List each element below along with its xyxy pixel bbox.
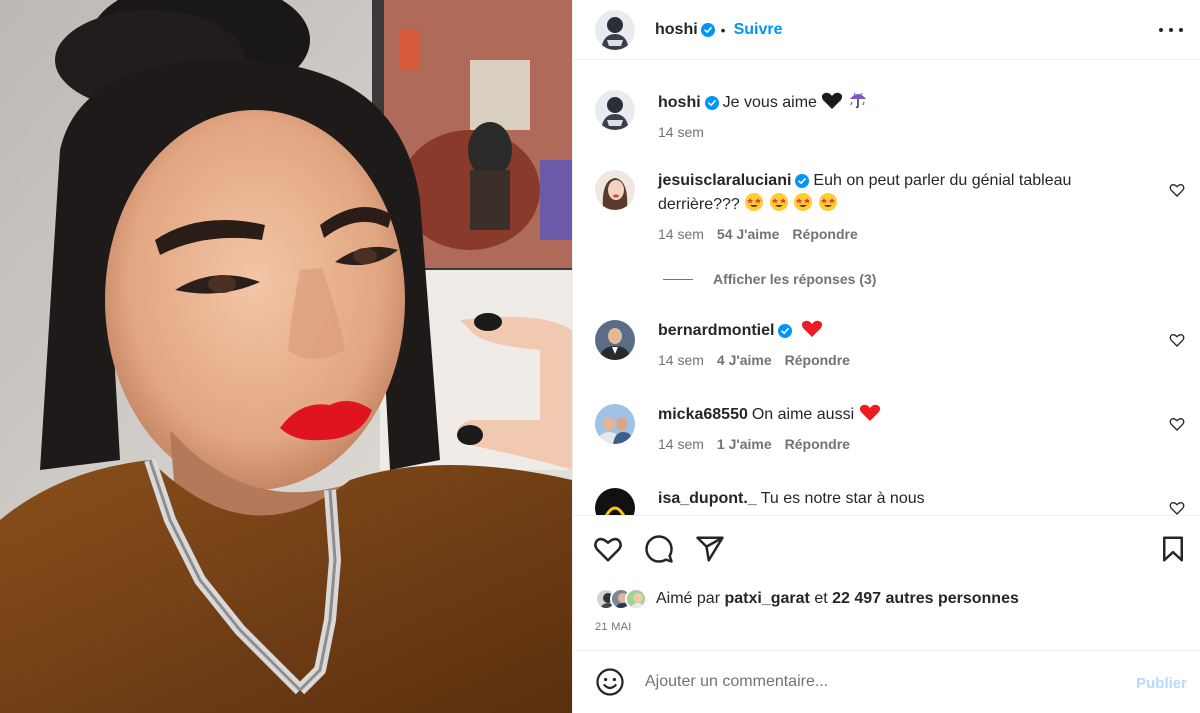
separator-dot: • xyxy=(720,21,726,38)
post-side-panel: hoshi • Suivre hoshi Je vous aime 14 sem… xyxy=(572,0,1200,713)
caption-text: Je vous aime xyxy=(722,94,817,111)
share-icon[interactable] xyxy=(695,534,725,564)
comment-input[interactable] xyxy=(645,673,1105,691)
comment-username[interactable]: jesuisclaraluciani xyxy=(658,172,791,189)
liked-by-prefix: Aimé par xyxy=(656,590,721,607)
red-heart-icon xyxy=(801,320,823,337)
caption-time[interactable]: 14 sem xyxy=(658,124,704,140)
heart-icon[interactable] xyxy=(593,534,623,564)
comments-list[interactable]: hoshi Je vous aime 14 sem jesuisclaraluc… xyxy=(573,70,1200,515)
black-heart-icon xyxy=(822,92,843,109)
comment-likes[interactable]: 1 J'aime xyxy=(717,436,772,452)
comment-time[interactable]: 14 sem xyxy=(658,226,704,242)
likes-text: Aimé par patxi_garat et 22 497 autres pe… xyxy=(656,590,1019,608)
star-struck-icon xyxy=(769,193,788,211)
comment-item: bernardmontiel 14 sem 4 J'aime Répondre xyxy=(595,320,1185,368)
caption-username[interactable]: hoshi xyxy=(658,94,701,111)
liked-by-user[interactable]: patxi_garat xyxy=(724,590,809,607)
comment-icon[interactable] xyxy=(644,534,674,564)
comment-likes[interactable]: 54 J'aime xyxy=(717,226,780,242)
liked-by-count[interactable]: 22 497 autres personnes xyxy=(832,590,1019,607)
comment-text: On aime aussi xyxy=(751,406,855,423)
add-comment-bar: Publier xyxy=(573,650,1200,713)
reply-button[interactable]: Répondre xyxy=(792,226,857,242)
verified-badge-icon xyxy=(795,173,810,188)
comment-username[interactable]: bernardmontiel xyxy=(658,322,774,339)
reply-button[interactable]: Répondre xyxy=(785,352,850,368)
verified-badge-icon xyxy=(778,323,793,338)
commenter-avatar[interactable] xyxy=(595,170,635,210)
caption: hoshi Je vous aime 14 sem xyxy=(595,90,1185,140)
comment-item: jesuisclaraluciani Euh on peut parler du … xyxy=(595,170,1185,242)
comment-text: Tu es notre star à nous xyxy=(760,490,925,507)
post-date[interactable]: 21 MAI xyxy=(595,621,632,633)
post-photo[interactable] xyxy=(0,0,572,713)
verified-badge-icon xyxy=(700,22,715,37)
post-header: hoshi • Suivre xyxy=(573,0,1200,60)
emoji-picker-icon[interactable] xyxy=(595,667,625,697)
commenter-avatar[interactable] xyxy=(595,320,635,360)
bookmark-icon[interactable] xyxy=(1158,534,1188,564)
publish-button[interactable]: Publier xyxy=(1136,675,1187,692)
comment-item: micka68550 On aime aussi 14 sem 1 J'aime … xyxy=(595,404,1185,452)
liker-avatar xyxy=(625,588,647,610)
comment-username[interactable]: isa_dupont._ xyxy=(658,490,757,507)
selfie-image xyxy=(0,0,572,713)
more-options-icon[interactable] xyxy=(1159,20,1183,40)
view-replies-line xyxy=(663,278,693,280)
liked-by-and: et xyxy=(814,590,828,607)
comment-likes[interactable]: 4 J'aime xyxy=(717,352,772,368)
caption-avatar[interactable] xyxy=(595,90,635,130)
red-heart-icon xyxy=(859,404,880,421)
star-struck-icon xyxy=(745,193,764,211)
comment-item: isa_dupont._ Tu es notre star à nous xyxy=(595,488,1185,515)
likes-summary[interactable]: Aimé par patxi_garat et 22 497 autres pe… xyxy=(595,588,1019,610)
post-actions: Aimé par patxi_garat et 22 497 autres pe… xyxy=(573,515,1200,650)
commenter-avatar[interactable] xyxy=(595,404,635,444)
commenter-avatar[interactable] xyxy=(595,488,635,515)
view-replies-label: Afficher les réponses (3) xyxy=(713,271,877,287)
comment-time[interactable]: 14 sem xyxy=(658,352,704,368)
reply-button[interactable]: Répondre xyxy=(785,436,850,452)
author-username[interactable]: hoshi xyxy=(655,21,698,39)
verified-badge-icon xyxy=(704,95,719,110)
like-comment-heart-icon[interactable] xyxy=(1169,182,1185,198)
like-comment-heart-icon[interactable] xyxy=(1169,332,1185,348)
view-replies-button[interactable]: Afficher les réponses (3) xyxy=(663,271,876,287)
umbrella-rain-icon xyxy=(849,92,866,109)
like-comment-heart-icon[interactable] xyxy=(1169,416,1185,432)
like-comment-heart-icon[interactable] xyxy=(1169,500,1185,515)
author-avatar[interactable] xyxy=(595,9,635,50)
comment-username[interactable]: micka68550 xyxy=(658,406,748,423)
star-struck-icon xyxy=(794,193,813,211)
comment-time[interactable]: 14 sem xyxy=(658,436,704,452)
star-struck-icon xyxy=(818,193,837,211)
follow-button[interactable]: Suivre xyxy=(734,21,783,39)
star-struck-emojis xyxy=(744,193,837,213)
